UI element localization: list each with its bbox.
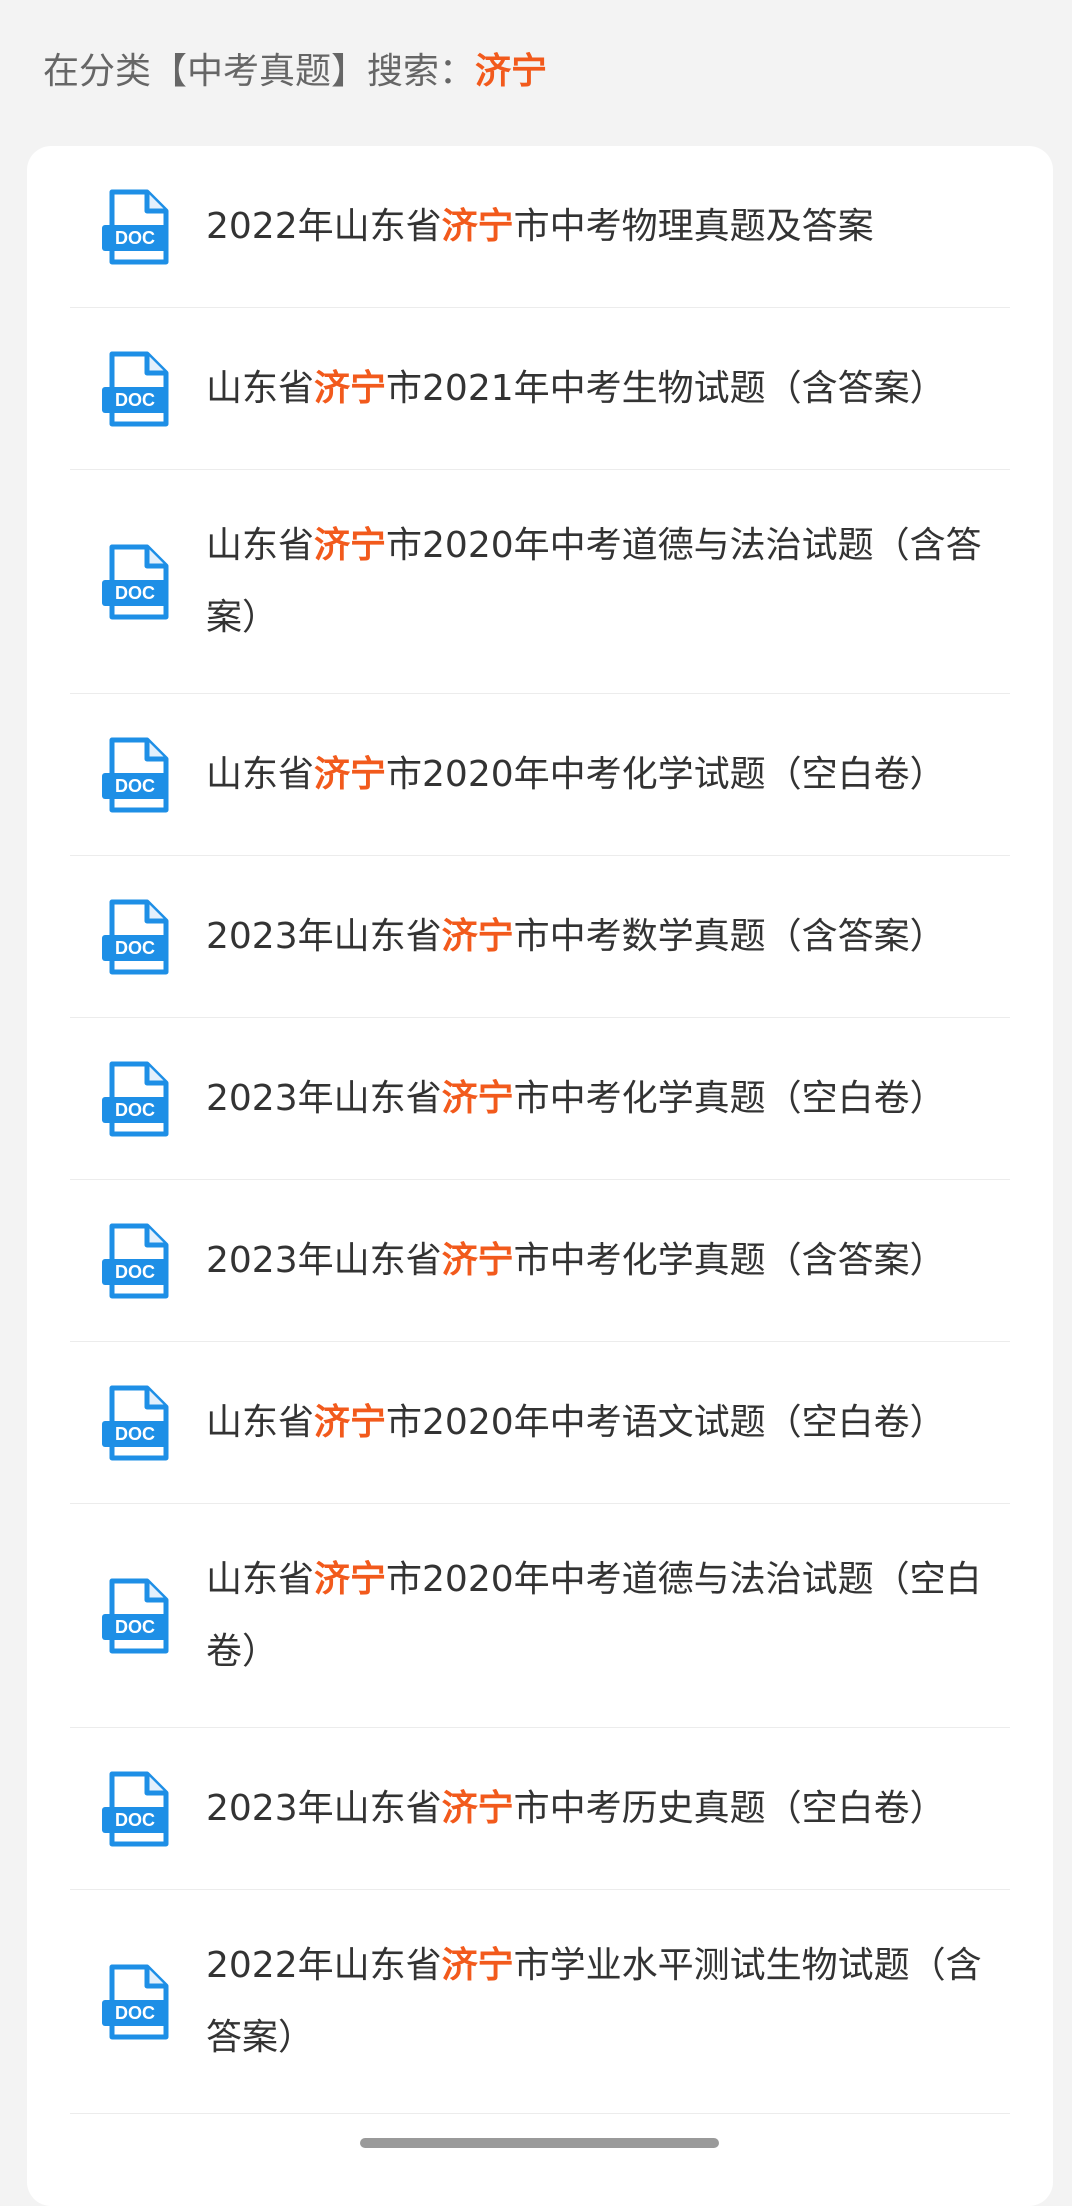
title-keyword-highlight: 济宁 [441,915,514,957]
result-item[interactable]: DOC 2023年山东省济宁市中考化学真题（空白卷） [70,1018,1010,1180]
doc-file-icon: DOC [100,544,172,620]
title-suffix: 市中考化学真题（空白卷） [513,1077,946,1119]
doc-file-icon: DOC [100,1061,172,1137]
doc-file-icon: DOC [100,1964,172,2040]
result-title[interactable]: 2023年山东省济宁市中考历史真题（空白卷） [206,1773,1006,1845]
doc-file-icon: DOC [100,189,172,265]
doc-file-icon: DOC [100,1771,172,1847]
title-prefix: 2023年山东省 [206,915,442,957]
doc-icon-label: DOC [115,1810,155,1830]
title-prefix: 2023年山东省 [206,1077,442,1119]
title-keyword-highlight: 济宁 [441,1239,514,1281]
result-title[interactable]: 山东省济宁市2020年中考化学试题（空白卷） [206,739,1006,811]
doc-icon-label: DOC [115,390,155,410]
result-item[interactable]: DOC 2023年山东省济宁市中考化学真题（含答案） [70,1180,1010,1342]
title-suffix: 市中考历史真题（空白卷） [513,1787,946,1829]
doc-icon-label: DOC [115,776,155,796]
doc-icon-label: DOC [115,2003,155,2023]
title-keyword-highlight: 济宁 [314,1401,387,1443]
doc-icon-label: DOC [115,228,155,248]
title-suffix: 市中考化学真题（含答案） [513,1239,946,1281]
title-prefix: 2023年山东省 [206,1787,442,1829]
doc-icon-label: DOC [115,1424,155,1444]
result-title[interactable]: 山东省济宁市2020年中考语文试题（空白卷） [206,1387,1006,1459]
title-prefix: 2022年山东省 [206,205,442,247]
result-item[interactable]: DOC 2022年山东省济宁市学业水平测试生物试题（含答案） [70,1890,1010,2114]
doc-file-icon: DOC [100,1223,172,1299]
title-prefix: 2022年山东省 [206,1944,442,1986]
doc-icon-label: DOC [115,938,155,958]
doc-icon-label: DOC [115,1617,155,1637]
search-summary: 在分类【中考真题】搜索：济宁 [43,42,547,102]
result-title[interactable]: 山东省济宁市2020年中考道德与法治试题（空白卷） [206,1544,1006,1688]
result-title[interactable]: 2023年山东省济宁市中考数学真题（含答案） [206,901,1006,973]
title-suffix: 市中考数学真题（含答案） [513,915,946,957]
title-keyword-highlight: 济宁 [314,367,387,409]
title-suffix: 市2020年中考语文试题（空白卷） [386,1401,946,1443]
title-prefix: 山东省 [206,753,315,795]
title-keyword-highlight: 济宁 [441,1787,514,1829]
title-prefix: 山东省 [206,524,315,566]
home-indicator[interactable] [360,2138,719,2148]
result-list: DOC 2022年山东省济宁市中考物理真题及答案 DOC 山东省济宁市2021年中考生… [70,146,1010,2114]
title-suffix: 市2020年中考化学试题（空白卷） [386,753,946,795]
title-keyword-highlight: 济宁 [314,524,387,566]
result-title[interactable]: 2023年山东省济宁市中考化学真题（空白卷） [206,1063,1006,1135]
title-suffix: 市中考物理真题及答案 [513,205,874,247]
results-card: DOC 2022年山东省济宁市中考物理真题及答案 DOC 山东省济宁市2021年中考生… [27,146,1053,2206]
result-item[interactable]: DOC 2022年山东省济宁市中考物理真题及答案 [70,146,1010,308]
title-keyword-highlight: 济宁 [441,1944,514,1986]
title-prefix: 山东省 [206,1558,315,1600]
doc-file-icon: DOC [100,737,172,813]
result-title[interactable]: 山东省济宁市2020年中考道德与法治试题（含答案） [206,510,1006,654]
result-title[interactable]: 2022年山东省济宁市学业水平测试生物试题（含答案） [206,1930,1006,2074]
result-item[interactable]: DOC 山东省济宁市2020年中考道德与法治试题（空白卷） [70,1504,1010,1728]
doc-file-icon: DOC [100,899,172,975]
result-item[interactable]: DOC 2023年山东省济宁市中考历史真题（空白卷） [70,1728,1010,1890]
title-keyword-highlight: 济宁 [441,1077,514,1119]
title-keyword-highlight: 济宁 [314,1558,387,1600]
doc-file-icon: DOC [100,351,172,427]
result-title[interactable]: 2023年山东省济宁市中考化学真题（含答案） [206,1225,1006,1297]
doc-icon-label: DOC [115,1100,155,1120]
title-prefix: 山东省 [206,367,315,409]
doc-icon-label: DOC [115,583,155,603]
search-prefix: 在分类【中考真题】搜索： [43,51,476,92]
doc-file-icon: DOC [100,1578,172,1654]
title-suffix: 市2021年中考生物试题（含答案） [386,367,946,409]
doc-file-icon: DOC [100,1385,172,1461]
result-item[interactable]: DOC 山东省济宁市2020年中考化学试题（空白卷） [70,694,1010,856]
result-item[interactable]: DOC 山东省济宁市2020年中考语文试题（空白卷） [70,1342,1010,1504]
result-item[interactable]: DOC 山东省济宁市2021年中考生物试题（含答案） [70,308,1010,470]
title-prefix: 山东省 [206,1401,315,1443]
result-title[interactable]: 山东省济宁市2021年中考生物试题（含答案） [206,353,1006,425]
result-item[interactable]: DOC 2023年山东省济宁市中考数学真题（含答案） [70,856,1010,1018]
result-item[interactable]: DOC 山东省济宁市2020年中考道德与法治试题（含答案） [70,470,1010,694]
search-keyword: 济宁 [475,51,548,92]
result-title[interactable]: 2022年山东省济宁市中考物理真题及答案 [206,191,1006,263]
title-prefix: 2023年山东省 [206,1239,442,1281]
title-keyword-highlight: 济宁 [314,753,387,795]
title-keyword-highlight: 济宁 [441,205,514,247]
doc-icon-label: DOC [115,1262,155,1282]
